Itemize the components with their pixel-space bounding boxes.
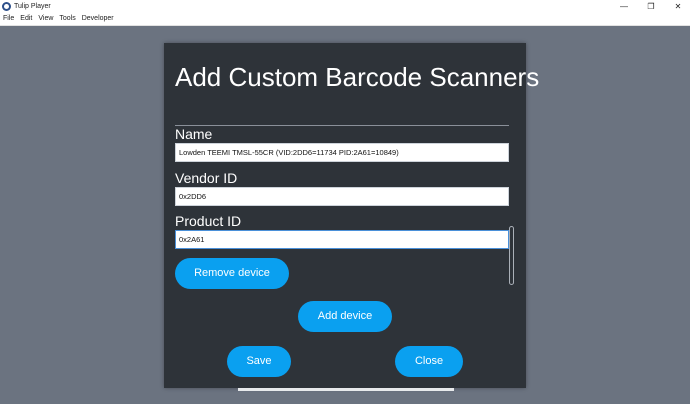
dialog-title: Add Custom Barcode Scanners — [175, 62, 540, 92]
tulip-app-icon — [2, 2, 11, 11]
bottom-edge-bar — [238, 388, 454, 391]
title-divider — [175, 125, 509, 126]
menu-file[interactable]: File — [3, 13, 14, 25]
save-button[interactable]: Save — [227, 346, 291, 377]
vendor-id-label: Vendor ID — [175, 170, 238, 186]
product-id-field[interactable] — [175, 230, 509, 249]
name-field[interactable] — [175, 143, 509, 162]
menu-view[interactable]: View — [38, 13, 53, 25]
vendor-id-field[interactable] — [175, 187, 509, 206]
window-title: Tulip Player — [14, 3, 51, 10]
minimize-icon[interactable]: — — [614, 0, 634, 13]
barcode-scanner-dialog: Add Custom Barcode Scanners Name Vendor … — [164, 43, 540, 388]
remove-device-button[interactable]: Remove device — [175, 258, 289, 289]
menu-tools[interactable]: Tools — [59, 13, 75, 25]
product-id-label: Product ID — [175, 213, 242, 229]
close-window-icon[interactable]: ✕ — [668, 0, 688, 13]
add-device-button[interactable]: Add device — [298, 301, 392, 332]
close-button[interactable]: Close — [395, 346, 463, 377]
restore-icon[interactable]: ❐ — [641, 0, 661, 13]
menu-bar: File Edit View Tools Developer — [0, 13, 690, 26]
menu-edit[interactable]: Edit — [20, 13, 32, 25]
menu-developer[interactable]: Developer — [82, 13, 114, 25]
title-bar: Tulip Player — ❐ ✕ — [0, 0, 690, 13]
fields-scrollbar[interactable] — [509, 226, 514, 285]
name-label: Name — [175, 126, 213, 142]
